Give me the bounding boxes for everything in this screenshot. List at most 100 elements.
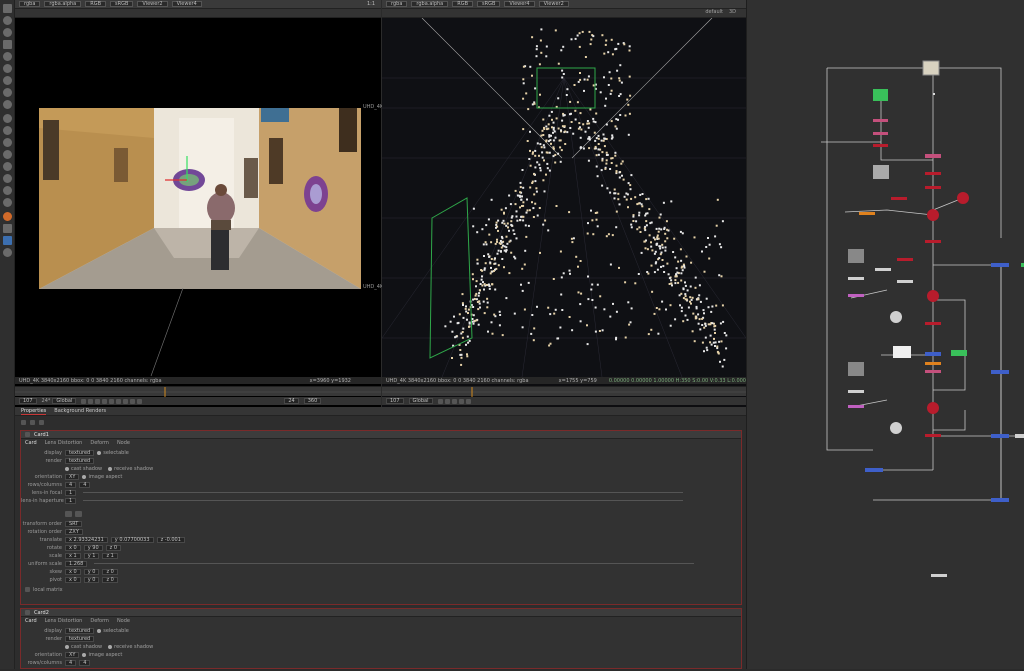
prev-frame-button[interactable] xyxy=(444,398,450,404)
lens-in-haperture-slider[interactable] xyxy=(83,500,684,501)
lock-icon[interactable] xyxy=(21,419,26,425)
end-frame-field[interactable]: 360 xyxy=(303,398,322,404)
input-b-select[interactable]: Viewer4 xyxy=(171,1,202,7)
node-graph-canvas[interactable] xyxy=(747,0,1024,669)
filter-tool-icon[interactable] xyxy=(3,76,12,85)
image-aspect-checkbox[interactable] xyxy=(82,652,87,657)
receive-shadow-checkbox[interactable] xyxy=(108,644,113,649)
scale-x-field[interactable]: x 1 xyxy=(65,552,81,559)
translate-x-field[interactable]: x 2.93324231 xyxy=(65,536,108,543)
skew-z-field[interactable]: z 0 xyxy=(102,568,118,575)
metadata-tool-icon[interactable] xyxy=(3,150,12,159)
tab-deform[interactable]: Deform xyxy=(90,440,109,446)
timeline-left[interactable] xyxy=(15,386,381,397)
uniform-scale-slider[interactable] xyxy=(94,563,695,564)
collapse-icon[interactable] xyxy=(25,610,30,615)
draw-tool-icon[interactable] xyxy=(3,28,12,37)
receive-shadow-checkbox[interactable] xyxy=(108,466,113,471)
axis-link-icon[interactable] xyxy=(75,510,82,517)
pivot-z-field[interactable]: z 0 xyxy=(102,576,118,583)
render-select[interactable]: textured xyxy=(65,635,95,642)
frame-field[interactable]: 107 xyxy=(19,398,37,404)
rotate-y-field[interactable]: y 90 xyxy=(83,544,103,551)
layer-select[interactable]: rgba.alpha xyxy=(44,1,82,7)
next-key-button[interactable] xyxy=(130,398,136,404)
timeline-right[interactable] xyxy=(382,386,746,397)
lut-select[interactable]: sRGB xyxy=(477,1,501,7)
transform-order-select[interactable]: SRT xyxy=(65,520,83,527)
rows-field[interactable]: 4 xyxy=(65,481,77,488)
lens-in-haperture-field[interactable]: 1 xyxy=(65,497,77,504)
columns-field[interactable]: 4 xyxy=(79,481,91,488)
tab-node[interactable]: Node xyxy=(117,618,130,624)
stop-button[interactable] xyxy=(109,398,115,404)
image-tool-icon[interactable] xyxy=(3,16,12,25)
pointer-tool-icon[interactable] xyxy=(3,4,12,13)
playback-range[interactable]: Global xyxy=(408,398,433,404)
skew-y-field[interactable]: y 0 xyxy=(83,568,100,575)
tab-card[interactable]: Card xyxy=(25,618,37,624)
lut-select[interactable]: sRGB xyxy=(110,1,134,7)
play-back-button[interactable] xyxy=(102,398,108,404)
node-name[interactable]: Card2 xyxy=(34,610,49,616)
uniform-scale-field[interactable]: 1.268 xyxy=(65,560,88,567)
time-tool-icon[interactable] xyxy=(3,40,12,49)
mode-select[interactable]: 3D xyxy=(729,9,736,17)
particles-tool-icon[interactable] xyxy=(3,162,12,171)
selectable-checkbox[interactable] xyxy=(97,628,102,633)
scale-y-field[interactable]: y 1 xyxy=(83,552,100,559)
other-tool-icon[interactable] xyxy=(3,186,12,195)
node-name[interactable]: Card1 xyxy=(34,432,49,438)
skew-x-field[interactable]: x 0 xyxy=(65,568,81,575)
display-select[interactable]: textured xyxy=(65,449,95,456)
translate-z-field[interactable]: z -0.001 xyxy=(156,536,185,543)
last-frame-button[interactable] xyxy=(137,398,143,404)
selectable-checkbox[interactable] xyxy=(97,450,102,455)
input-b-select[interactable]: Viewer2 xyxy=(538,1,569,7)
play-button[interactable] xyxy=(451,398,457,404)
cast-shadow-checkbox[interactable] xyxy=(65,644,69,649)
merge-tool-icon[interactable] xyxy=(3,100,12,109)
prev-frame-button[interactable] xyxy=(95,398,101,404)
cast-shadow-checkbox[interactable] xyxy=(65,466,69,471)
prev-key-button[interactable] xyxy=(88,398,94,404)
collapse-icon[interactable] xyxy=(25,432,30,437)
pivot-x-field[interactable]: x 0 xyxy=(65,576,81,583)
scale-z-field[interactable]: z 1 xyxy=(102,552,118,559)
channel-tool-icon[interactable] xyxy=(3,52,12,61)
tab-card[interactable]: Card xyxy=(25,440,37,446)
vr-tool-icon[interactable] xyxy=(3,224,12,233)
next-frame-button[interactable] xyxy=(123,398,129,404)
transform-tool-icon[interactable] xyxy=(3,114,12,123)
lens-in-focal-field[interactable]: 1 xyxy=(65,489,77,496)
colorspace-select[interactable]: RGB xyxy=(85,1,107,7)
frame-field[interactable]: 107 xyxy=(386,398,404,404)
orientation-select[interactable]: XY xyxy=(65,651,80,658)
tab-lens-distortion[interactable]: Lens Distortion xyxy=(45,618,83,624)
tab-properties[interactable]: Properties xyxy=(21,408,47,415)
color-tool-icon[interactable] xyxy=(3,64,12,73)
rotation-order-select[interactable]: ZXY xyxy=(65,528,83,535)
ocula-tool-icon[interactable] xyxy=(3,212,12,221)
tab-lens-distortion[interactable]: Lens Distortion xyxy=(45,440,83,446)
3d-tool-icon[interactable] xyxy=(3,126,12,135)
first-frame-button[interactable] xyxy=(81,398,87,404)
tab-node[interactable]: Node xyxy=(117,440,130,446)
pivot-y-field[interactable]: y 0 xyxy=(83,576,100,583)
orientation-select[interactable]: XY xyxy=(65,473,80,480)
toolsets-tool-icon[interactable] xyxy=(3,174,12,183)
image-aspect-checkbox[interactable] xyxy=(82,474,87,479)
render-select[interactable]: textured xyxy=(65,457,95,464)
views-tool-icon[interactable] xyxy=(3,138,12,147)
tab-deform[interactable]: Deform xyxy=(90,618,109,624)
nt-tool-icon[interactable] xyxy=(3,236,12,245)
colorspace-select[interactable]: RGB xyxy=(452,1,474,7)
channel-select[interactable]: rgba xyxy=(386,1,408,7)
rows-field[interactable]: 4 xyxy=(65,659,77,666)
tab-background-renders[interactable]: Background Renders xyxy=(54,408,106,414)
channel-select[interactable]: rgba xyxy=(19,1,41,7)
columns-field[interactable]: 4 xyxy=(79,659,91,666)
lens-in-focal-slider[interactable] xyxy=(83,492,684,493)
local-matrix-expand-icon[interactable] xyxy=(25,587,30,592)
clear-icon[interactable] xyxy=(30,419,35,425)
